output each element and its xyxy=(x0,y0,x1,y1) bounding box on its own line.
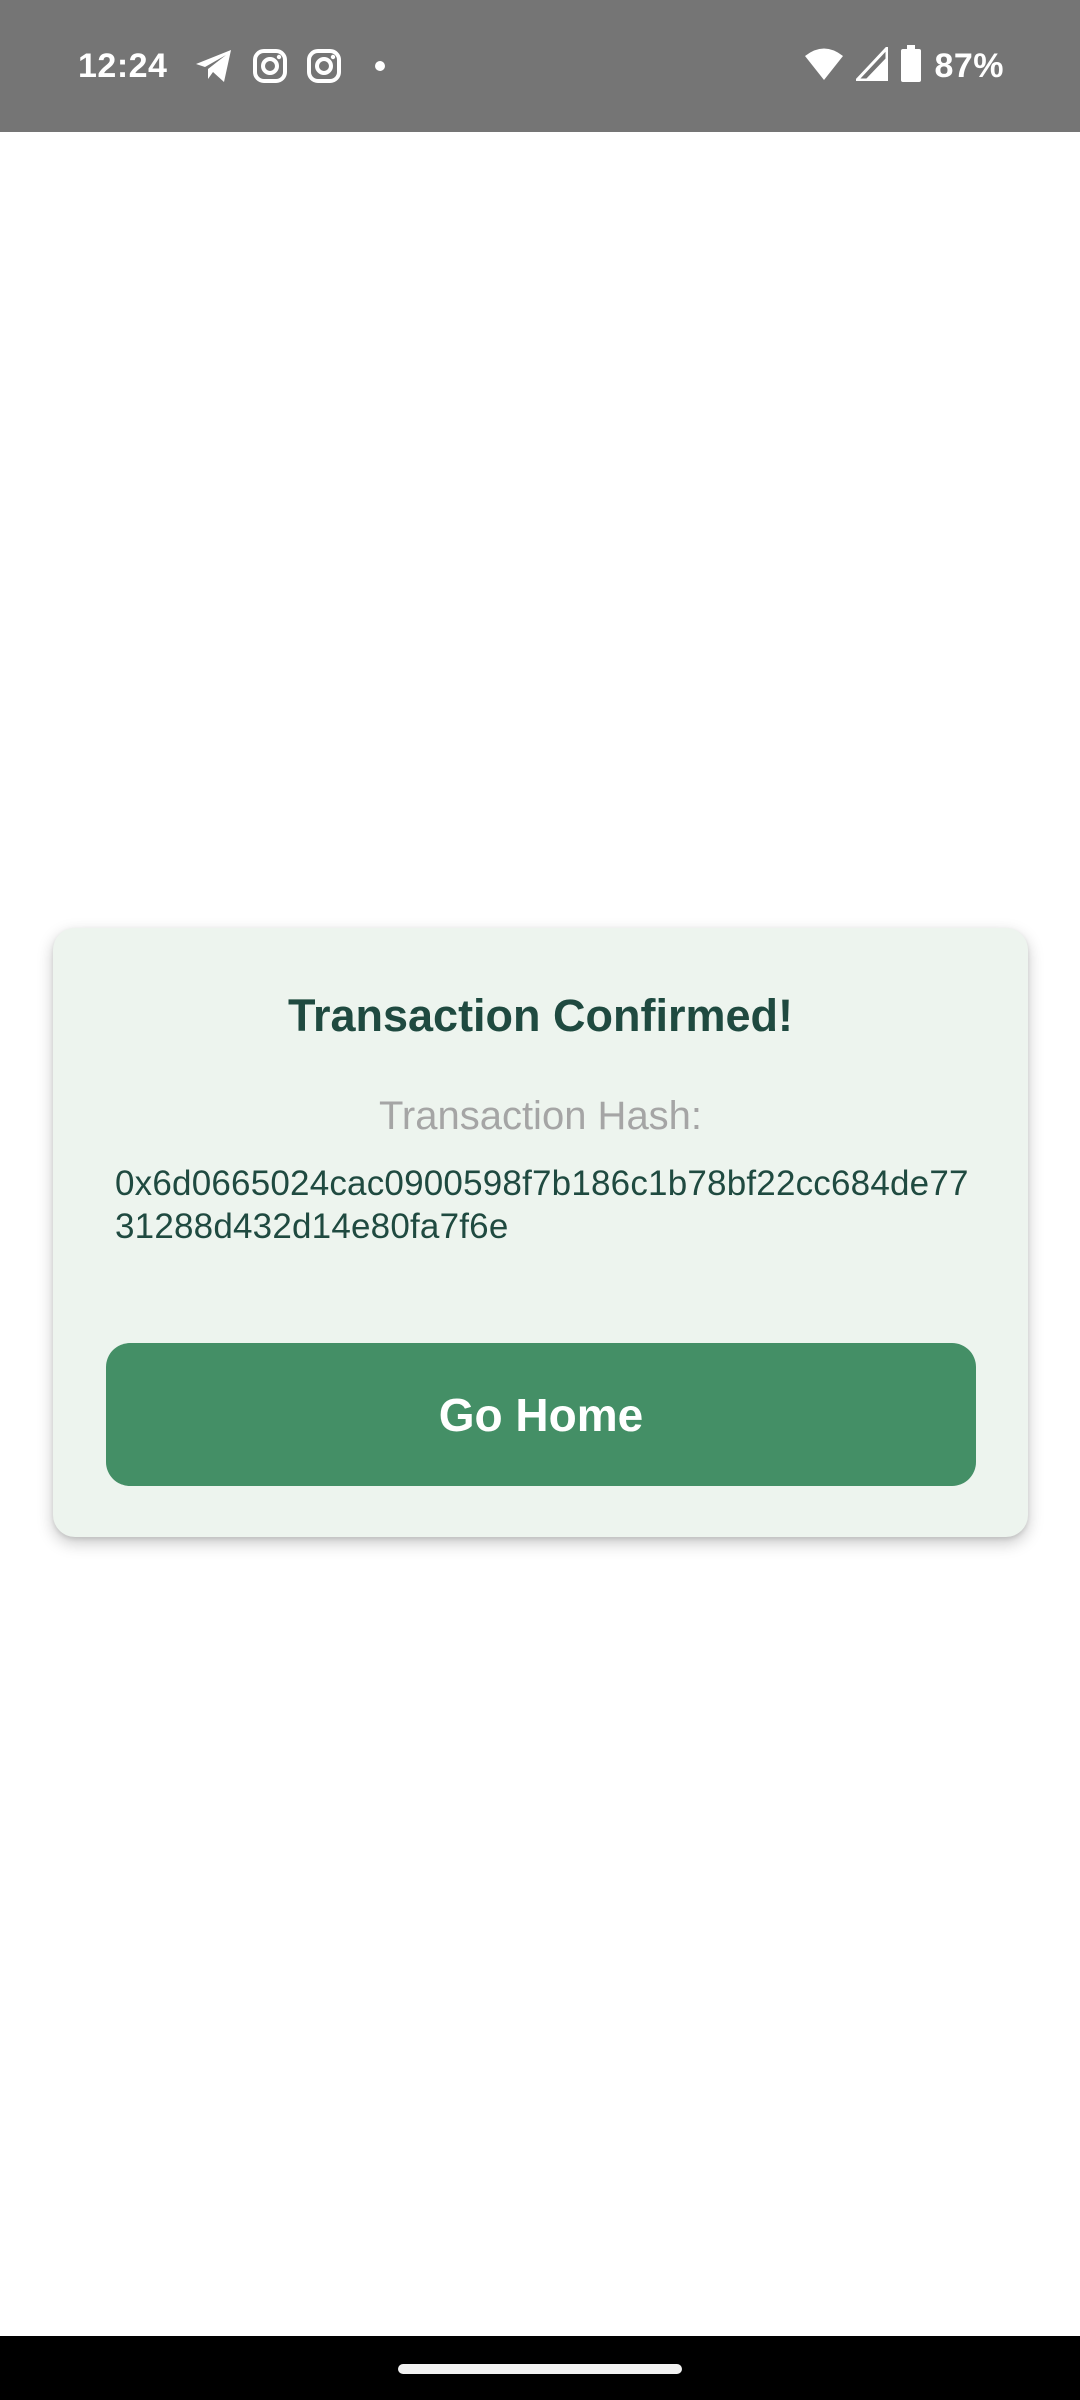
home-indicator[interactable] xyxy=(398,2364,682,2374)
app-screen: 12:24 87% Transaction Confirmed! Transac… xyxy=(0,0,1080,2400)
transaction-hash-label: Transaction Hash: xyxy=(378,1094,703,1138)
telegram-icon xyxy=(194,48,234,84)
system-status-icons: 87% xyxy=(804,40,1004,92)
transaction-hash-value: 0x6d0665024cac0900598f7b186c1b78bf22cc68… xyxy=(115,1164,969,1246)
instagram-icon xyxy=(252,48,288,84)
status-time: 12:24 xyxy=(78,47,168,85)
wifi-icon xyxy=(804,47,844,86)
battery-percentage: 87% xyxy=(934,47,1004,85)
notification-dot-icon xyxy=(374,60,386,72)
status-bar: 12:24 87% xyxy=(0,0,1080,132)
go-home-button[interactable]: Go Home xyxy=(106,1343,976,1486)
transaction-confirmed-card: Transaction Confirmed! Transaction Hash:… xyxy=(53,928,1028,1537)
notification-icons xyxy=(194,44,386,88)
navigation-bar xyxy=(0,2336,1080,2400)
dialog-title: Transaction Confirmed! xyxy=(287,990,794,1041)
battery-icon xyxy=(900,44,922,88)
cellular-signal-icon xyxy=(853,43,889,86)
instagram-icon xyxy=(306,48,342,84)
